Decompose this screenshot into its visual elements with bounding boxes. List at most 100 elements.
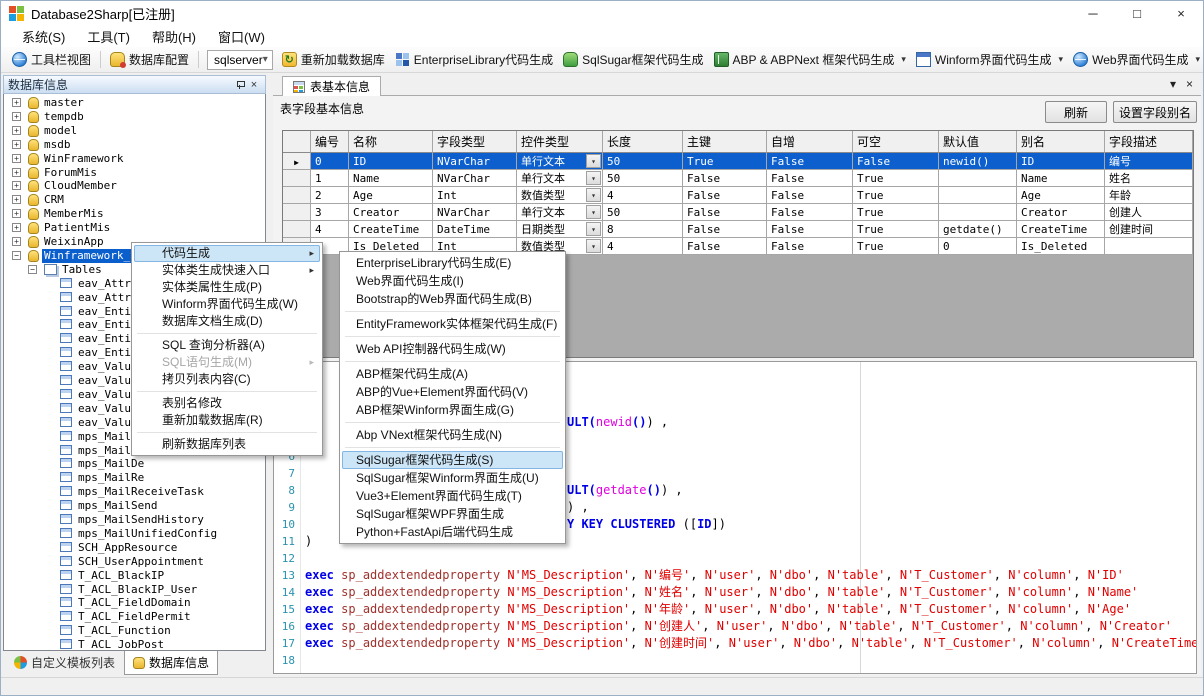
tree-item[interactable]: T_ACL_Function [4, 624, 265, 638]
grid-cell[interactable]: False [767, 153, 853, 170]
grid-cell[interactable]: 4 [311, 221, 349, 238]
tree-item[interactable]: mps_MailReceiveTask [4, 485, 265, 499]
menu-item[interactable]: SqlSugar框架Winform界面生成(U) [342, 469, 563, 487]
toolbar-winform-button[interactable]: Winform界面代码生成 [911, 49, 1068, 70]
menu-item[interactable]: 数据库文档生成(D) [134, 313, 320, 330]
grid-cell[interactable]: Creator [349, 204, 433, 221]
menu-item[interactable]: SqlSugar框架WPF界面生成 [342, 505, 563, 523]
menu-help[interactable]: 帮助(H) [141, 25, 207, 48]
grid-cell[interactable]: 50 [603, 153, 683, 170]
grid-cell[interactable]: CreateTime [349, 221, 433, 238]
grid-cell[interactable]: True [683, 153, 767, 170]
menu-system[interactable]: 系统(S) [11, 25, 76, 48]
table-row[interactable]: 3CreatorNVarChar单行文本50FalseFalseTrueCrea… [283, 204, 1193, 221]
menu-item[interactable]: 刷新数据库列表 [134, 436, 320, 453]
database-type-combo[interactable]: sqlserver [207, 50, 273, 70]
tree-item[interactable]: mps_MailSendHistory [4, 513, 265, 527]
grid-cell[interactable]: False [683, 170, 767, 187]
set-field-alias-button[interactable]: 设置字段别名 [1113, 101, 1197, 123]
grid-cell[interactable]: 单行文本 [517, 204, 603, 221]
row-selector-cell[interactable] [283, 221, 311, 238]
menu-item[interactable]: 拷贝列表内容(C) [134, 371, 320, 388]
tree-expander-icon[interactable]: + [12, 168, 21, 177]
tree-item[interactable]: mps_MailRe [4, 471, 265, 485]
grid-cell[interactable]: Int [433, 187, 517, 204]
tree-item[interactable]: mps_MailUnifiedConfig [4, 527, 265, 541]
grid-header-cell[interactable]: 名称 [349, 131, 433, 153]
tree-expander-icon[interactable]: + [12, 98, 21, 107]
tree-expander-icon[interactable]: + [12, 237, 21, 246]
grid-cell[interactable]: 姓名 [1105, 170, 1193, 187]
grid-cell[interactable]: False [683, 204, 767, 221]
menu-item[interactable]: Web API控制器代码生成(W) [342, 340, 563, 358]
tree-item[interactable]: T_ACL_FieldDomain [4, 596, 265, 610]
tree-item[interactable]: +WinFramework [4, 152, 265, 166]
tree-item[interactable]: T_ACL_JobPost [4, 638, 265, 651]
tree-item[interactable]: T_ACL_BlackIP [4, 569, 265, 583]
dropdown-button[interactable] [586, 154, 601, 168]
tab-table-basic-info[interactable]: 表基本信息 [282, 76, 381, 96]
grid-cell[interactable]: 4 [603, 187, 683, 204]
grid-cell[interactable]: 8 [603, 221, 683, 238]
tree-item[interactable]: mps_MailDe [4, 457, 265, 471]
menu-item[interactable]: Winform界面代码生成(W) [134, 296, 320, 313]
grid-cell[interactable]: CreateTime [1017, 221, 1105, 238]
grid-cell[interactable]: 50 [603, 170, 683, 187]
tree-expander-icon[interactable]: + [12, 112, 21, 121]
grid-cell[interactable]: True [853, 170, 939, 187]
tree-item[interactable]: +CRM [4, 193, 265, 207]
grid-cell[interactable]: Name [1017, 170, 1105, 187]
grid-cell[interactable]: Creator [1017, 204, 1105, 221]
menu-item[interactable]: 代码生成▸ [134, 245, 320, 262]
grid-header-cell[interactable]: 编号 [311, 131, 349, 153]
chevron-down-icon[interactable]: ▾ [1170, 77, 1176, 91]
grid-cell[interactable]: True [853, 221, 939, 238]
menu-item[interactable]: 实体类生成快速入口▸ [134, 262, 320, 279]
table-row[interactable]: 1NameNVarChar单行文本50FalseFalseTrueName姓名 [283, 170, 1193, 187]
grid-cell[interactable]: False [767, 170, 853, 187]
grid-cell[interactable] [939, 187, 1017, 204]
toolbar-dbconfig-button[interactable]: 数据库配置 [105, 49, 194, 70]
grid-cell[interactable]: False [853, 153, 939, 170]
grid-cell[interactable]: 0 [939, 238, 1017, 255]
grid-cell[interactable]: True [853, 187, 939, 204]
tree-item[interactable]: mps_MailSend [4, 499, 265, 513]
grid-cell[interactable] [1105, 238, 1193, 255]
menu-item[interactable]: Web界面代码生成(I) [342, 272, 563, 290]
toolbar-web-button[interactable]: Web界面代码生成 [1068, 49, 1204, 70]
grid-header-cell[interactable]: 主键 [683, 131, 767, 153]
grid-cell[interactable]: NVarChar [433, 170, 517, 187]
menu-item[interactable]: ABP框架Winform界面生成(G) [342, 401, 563, 419]
menu-item[interactable]: SQL 查询分析器(A) [134, 337, 320, 354]
grid-cell[interactable]: 2 [311, 187, 349, 204]
grid-header-cell[interactable]: 字段描述 [1105, 131, 1193, 153]
menu-tools[interactable]: 工具(T) [76, 25, 141, 48]
tree-item[interactable]: +msdb [4, 138, 265, 152]
table-row[interactable]: 2AgeInt数值类型4FalseFalseTrueAge年龄 [283, 187, 1193, 204]
grid-cell[interactable]: 单行文本 [517, 170, 603, 187]
grid-cell[interactable]: 数值类型 [517, 187, 603, 204]
tree-item[interactable]: SCH_UserAppointment [4, 555, 265, 569]
grid-cell[interactable]: False [767, 204, 853, 221]
menu-item[interactable]: ABP框架代码生成(A) [342, 365, 563, 383]
menu-item[interactable]: 表别名修改 [134, 395, 320, 412]
grid-cell[interactable]: 0 [311, 153, 349, 170]
menu-item[interactable]: Abp VNext框架代码生成(N) [342, 426, 563, 444]
toolbar-view-button[interactable]: 工具栏视图 [7, 49, 96, 70]
row-selector-cell[interactable] [283, 204, 311, 221]
menu-item[interactable]: 重新加载数据库(R) [134, 412, 320, 429]
menu-item[interactable]: Vue3+Element界面代码生成(T) [342, 487, 563, 505]
menu-item[interactable]: Bootstrap的Web界面代码生成(B) [342, 290, 563, 308]
tree-expander-icon[interactable]: − [12, 251, 21, 260]
toolbar-enterpriselibrary-button[interactable]: EnterpriseLibrary代码生成 [390, 49, 558, 70]
grid-cell[interactable] [939, 170, 1017, 187]
tree-expander-icon[interactable]: + [12, 126, 21, 135]
grid-cell[interactable]: DateTime [433, 221, 517, 238]
toolbar-sqlsugar-button[interactable]: SqlSugar框架代码生成 [558, 49, 708, 70]
tree-expander-icon[interactable]: + [12, 140, 21, 149]
menu-item[interactable]: EntityFramework实体框架代码生成(F) [342, 315, 563, 333]
tree-item[interactable]: +model [4, 124, 265, 138]
table-row[interactable]: 4CreateTimeDateTime日期类型8FalseFalseTruege… [283, 221, 1193, 238]
tree-item[interactable]: +master [4, 96, 265, 110]
grid-cell[interactable]: 日期类型 [517, 221, 603, 238]
